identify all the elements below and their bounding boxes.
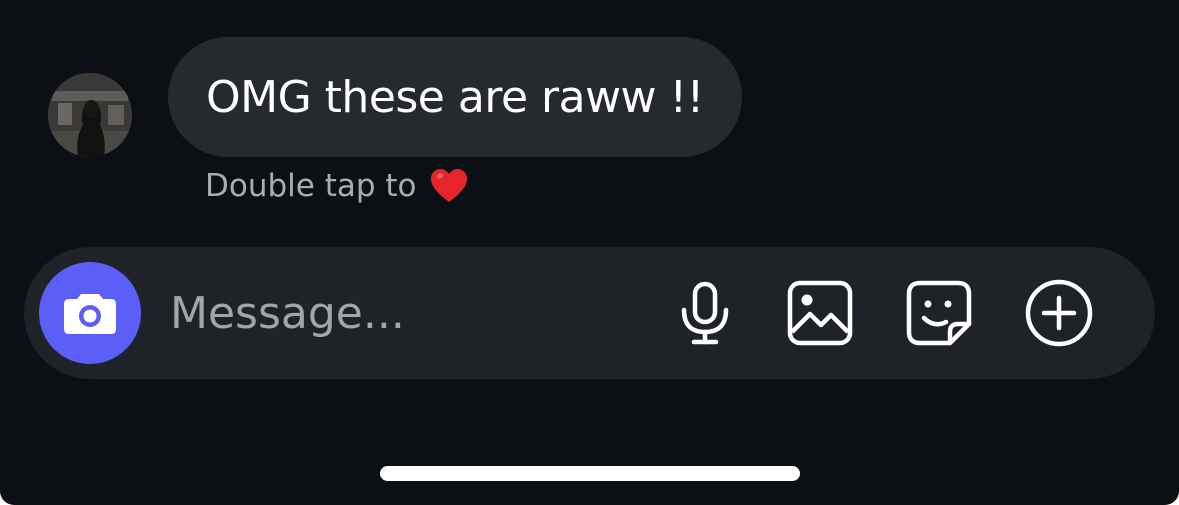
camera-button[interactable] [39, 262, 141, 364]
message-bubble[interactable]: OMG these are raww !! [168, 37, 742, 157]
message-input[interactable] [170, 281, 630, 345]
message-composer [24, 247, 1155, 379]
chat-screen: OMG these are raww !! Double tap to [0, 0, 1179, 505]
voice-message-button[interactable] [669, 277, 741, 349]
gallery-icon [787, 280, 853, 346]
home-indicator[interactable] [380, 466, 800, 481]
microphone-icon [681, 281, 729, 345]
double-tap-hint: Double tap to [205, 166, 469, 206]
profile-photo [48, 73, 132, 157]
plus-circle-icon [1025, 279, 1093, 347]
gallery-button[interactable] [784, 277, 856, 349]
red-heart-icon [430, 169, 467, 202]
camera-icon [64, 294, 116, 334]
double-tap-hint-text: Double tap to [205, 168, 417, 204]
sticker-button[interactable] [903, 277, 975, 349]
more-options-button[interactable] [1023, 277, 1095, 349]
message-text: OMG these are raww !! [206, 71, 704, 123]
sticker-icon [906, 280, 972, 346]
sender-avatar[interactable] [48, 73, 132, 157]
